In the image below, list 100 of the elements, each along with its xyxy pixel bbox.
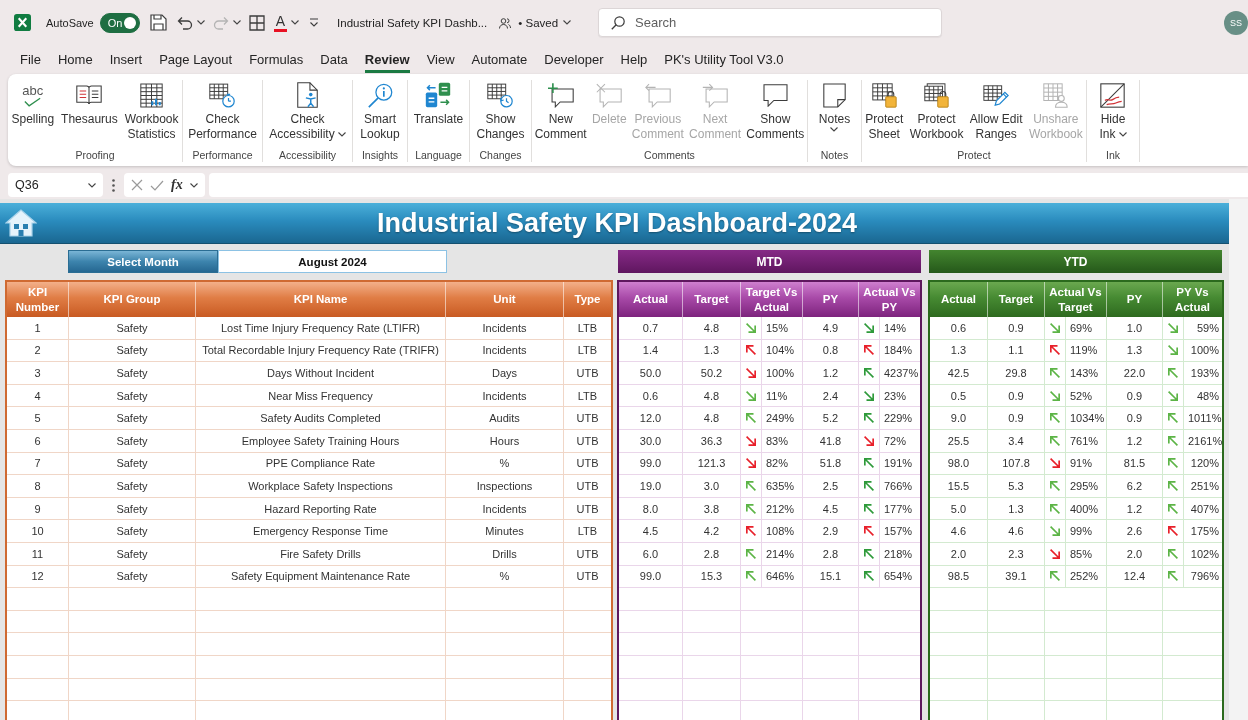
customize-icon[interactable]	[309, 18, 320, 27]
table-cell: 99.0	[619, 452, 683, 475]
table-cell: 4.6	[988, 520, 1045, 542]
menu-tab[interactable]: Insert	[109, 52, 143, 73]
open-book-icon	[76, 85, 103, 105]
group-label: Protect	[957, 149, 991, 162]
caret-icon[interactable]	[196, 20, 205, 25]
table-cell: 1.4	[619, 339, 683, 362]
table-cell-text: 48%	[1195, 388, 1220, 404]
more-options-icon[interactable]	[112, 178, 115, 192]
people-icon[interactable]	[499, 16, 512, 29]
caret-icon[interactable]	[291, 20, 300, 25]
undo-icon[interactable]	[176, 15, 193, 30]
select-month-button[interactable]: Select Month	[68, 250, 218, 273]
table-cell-text: 23%	[883, 388, 908, 404]
column-header: KPI Name	[196, 282, 446, 317]
caret-icon[interactable]	[232, 20, 241, 25]
ribbon-button[interactable]: Workbook Statistics	[123, 80, 180, 142]
table-cell: 3.0	[683, 475, 741, 497]
spreadsheet-app-icon[interactable]	[14, 14, 31, 31]
table-cell: 4.9	[803, 317, 859, 339]
borders-icon[interactable]	[248, 14, 265, 31]
ribbon-button[interactable]: Protect Workbook	[908, 80, 965, 142]
ribbon-button[interactable]: Check Performance	[187, 80, 258, 142]
table-cell: 8.0	[619, 497, 683, 520]
table-cell: 4.8	[683, 317, 741, 339]
caret-icon[interactable]	[88, 182, 96, 188]
table-cell: 81.5	[1107, 452, 1163, 475]
table-cell: 0.9	[1107, 407, 1163, 429]
caret-icon[interactable]	[830, 127, 839, 132]
caret-icon[interactable]	[1118, 132, 1127, 138]
ribbon-button[interactable]: Show Comments	[745, 80, 806, 142]
menu-tab[interactable]: File	[20, 52, 41, 73]
column-header: Actual	[619, 282, 683, 317]
autosave-label: AutoSave	[46, 16, 94, 29]
name-box[interactable]: Q36	[8, 173, 103, 197]
table-cell-text: 218%	[883, 546, 914, 562]
menu-tab[interactable]: Formulas	[249, 52, 304, 73]
table-cell: 6.2	[1107, 475, 1163, 497]
table-cell: 98.0	[930, 452, 988, 475]
ribbon-button[interactable]: Translate	[412, 80, 465, 127]
magnifier-info-icon	[367, 82, 393, 108]
ribbon-button[interactable]: Hide Ink	[1098, 80, 1128, 142]
table-cell-text: 100%	[1189, 343, 1220, 359]
dashboard-title: Industrial Safety KPI Dashboard-2024	[375, 207, 859, 239]
menu-tab[interactable]: Page Layout	[159, 52, 233, 73]
table-cell: 41.8	[803, 429, 859, 452]
table-cell: Audits	[446, 407, 564, 429]
search-field[interactable]: Search	[598, 8, 942, 37]
table-cell-text: 177%	[883, 501, 914, 517]
menu-tab[interactable]: Home	[57, 52, 93, 73]
ribbon-button[interactable]: Notes	[817, 80, 852, 132]
autosave-toggle[interactable]: On	[99, 12, 140, 33]
search-icon	[611, 15, 625, 30]
save-icon[interactable]	[149, 14, 167, 31]
table-cell-text: 102%	[1189, 546, 1220, 562]
ribbon-button[interactable]: New Comment	[533, 80, 588, 142]
table-cell: 50.0	[619, 362, 683, 384]
table-cell-text: UTB	[575, 569, 600, 585]
table-cell-text: UTB	[575, 546, 600, 562]
table-cell-text: 14%	[883, 320, 908, 336]
ribbon-button[interactable]: Show Changes	[475, 80, 526, 142]
table-cell-text: 229%	[883, 411, 914, 427]
home-icon[interactable]	[5, 209, 37, 237]
table-cell: 12.4	[1107, 565, 1163, 588]
spreadsheet-bars-icon	[140, 82, 164, 108]
caret-icon[interactable]	[189, 182, 198, 188]
ribbon-button[interactable]: Allow Edit Ranges	[968, 80, 1024, 142]
caret-icon[interactable]	[563, 20, 572, 25]
table-cell: 0.7	[619, 317, 683, 339]
cancel-icon[interactable]	[131, 179, 144, 191]
group-label: Language	[415, 149, 462, 162]
menu-tab[interactable]: View	[426, 52, 455, 73]
table-cell: 4.6	[930, 520, 988, 542]
table-cell-text: 761%	[1069, 433, 1100, 449]
table-cell-text: 1034%	[1069, 411, 1106, 427]
menu-tab[interactable]: Developer	[544, 52, 604, 73]
table-cell: 8	[7, 475, 69, 497]
ribbon-button[interactable]: Smart Lookup	[359, 80, 401, 142]
ribbon-button[interactable]: Thesaurus	[60, 80, 119, 127]
column-header: Unit	[446, 282, 564, 317]
table-cell-text: 91%	[1069, 456, 1094, 472]
insert-function-button[interactable]: fx	[171, 177, 183, 193]
confirm-icon[interactable]	[150, 179, 165, 191]
menu-tab[interactable]: PK's Utility Tool V3.0	[664, 52, 784, 73]
ribbon-button[interactable]: Check Accessibility	[268, 80, 347, 142]
month-field[interactable]: August 2024	[218, 250, 447, 273]
table-cell: 2.8	[683, 542, 741, 565]
font-color-button[interactable]: A	[273, 13, 288, 32]
check-icon	[24, 96, 42, 107]
menu-tab[interactable]: Data	[320, 52, 348, 73]
menu-tab[interactable]: Help	[620, 52, 648, 73]
table-cell-text: 99%	[1069, 524, 1094, 540]
table-cell: Days	[446, 362, 564, 384]
caret-icon[interactable]	[337, 132, 346, 138]
ribbon-button[interactable]: abc Spelling	[10, 80, 56, 127]
menu-tab[interactable]: Automate	[471, 52, 528, 73]
document-person-icon	[296, 82, 319, 108]
avatar[interactable]: SS	[1224, 10, 1248, 35]
ribbon-button[interactable]: Protect Sheet	[864, 80, 905, 142]
